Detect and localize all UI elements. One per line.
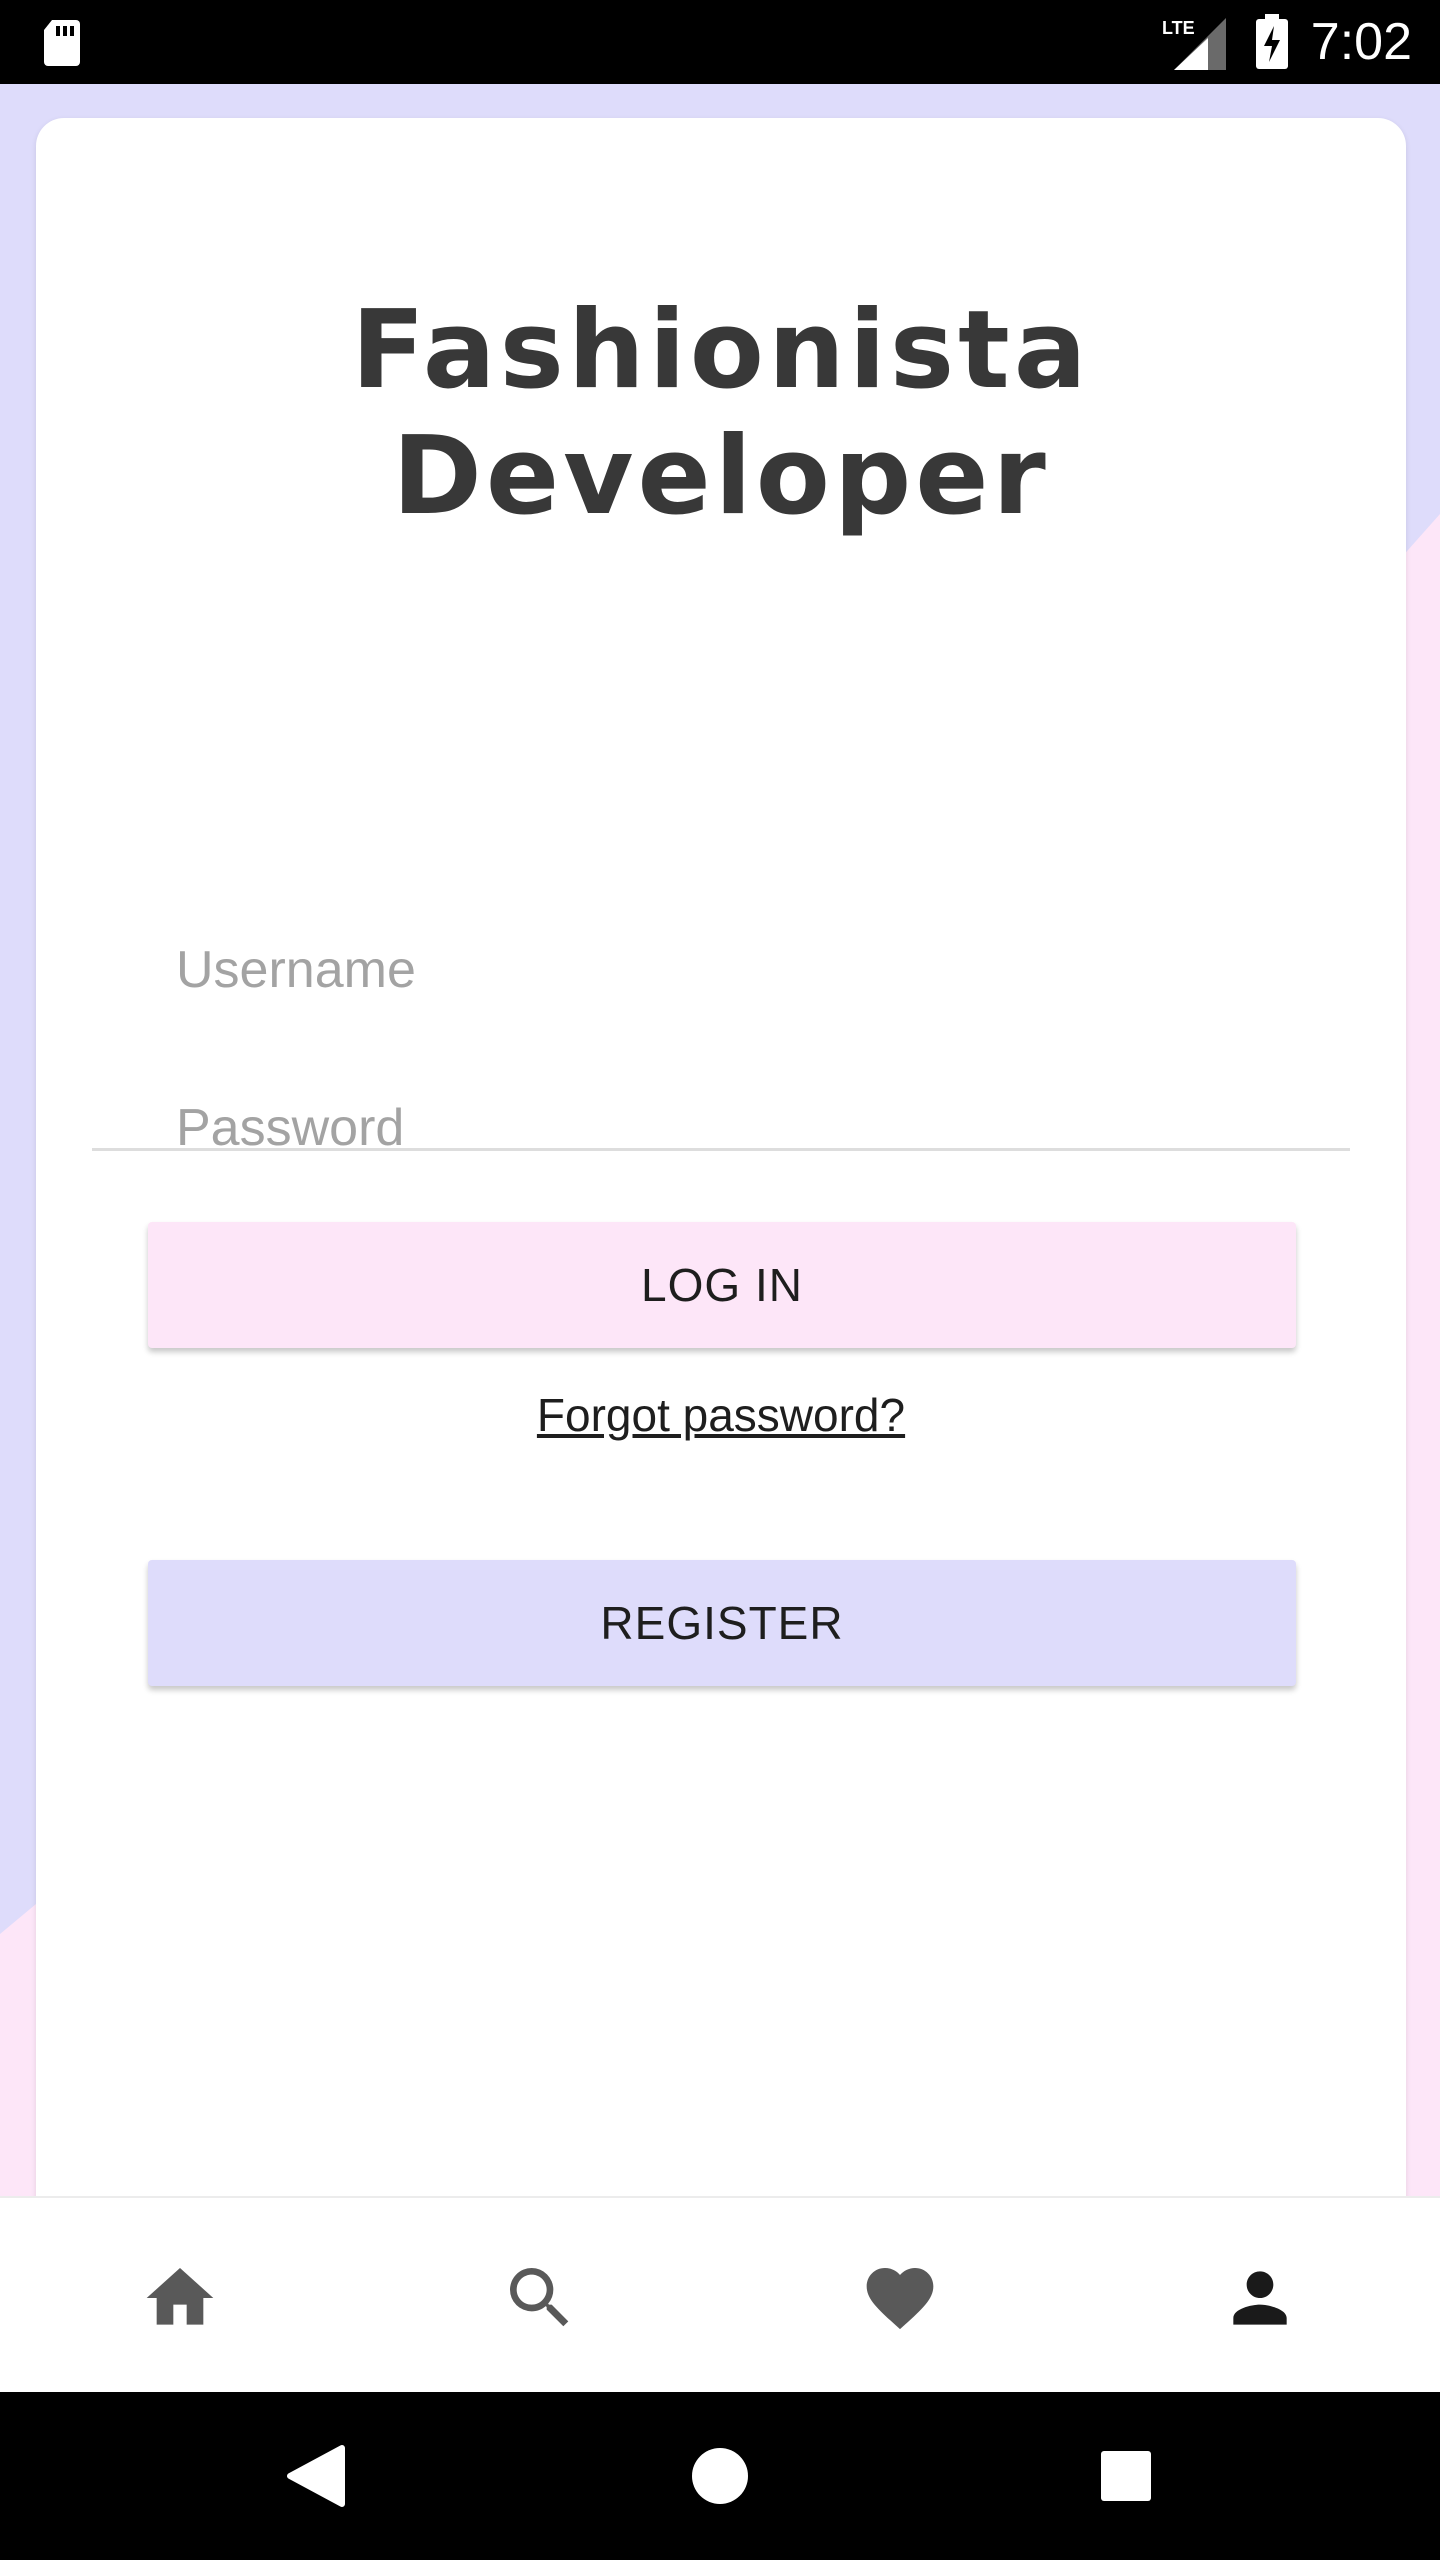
- home-icon: [146, 2268, 214, 2325]
- form-divider: [92, 1148, 1350, 1151]
- heart-icon: [866, 2268, 934, 2330]
- app-title-line-2: Developer: [392, 414, 1050, 539]
- person-icon: [1233, 2271, 1287, 2325]
- password-input[interactable]: [176, 1068, 1276, 1188]
- search-icon: [510, 2268, 569, 2327]
- svg-text:LTE: LTE: [1162, 18, 1195, 38]
- app-title-line-1: Fashionista: [351, 288, 1091, 413]
- nav-favorites[interactable]: [840, 2238, 960, 2358]
- status-clock: 7:02: [1310, 13, 1412, 71]
- system-navigation-bar: [0, 2392, 1440, 2560]
- battery-charging-icon: [1256, 14, 1288, 69]
- lte-signal-icon: LTE: [1162, 18, 1226, 70]
- recents-icon: [1101, 2451, 1151, 2501]
- username-input[interactable]: [176, 910, 1276, 1030]
- nav-home[interactable]: [120, 2238, 240, 2358]
- nav-profile[interactable]: [1200, 2238, 1320, 2358]
- nav-search[interactable]: [480, 2238, 600, 2358]
- system-recents-button[interactable]: [1076, 2426, 1176, 2526]
- system-home-button[interactable]: [670, 2426, 770, 2526]
- system-back-button[interactable]: [266, 2426, 366, 2526]
- login-button[interactable]: LOG IN: [148, 1222, 1296, 1348]
- home-circle-icon: [692, 2448, 748, 2504]
- sd-card-icon: [44, 20, 80, 66]
- register-button[interactable]: REGISTER: [148, 1560, 1296, 1686]
- app-title: Fashionista Developer: [36, 288, 1406, 540]
- status-bar: LTE 7:02: [0, 0, 1440, 84]
- login-card: Fashionista Developer LOG IN Forgot pass…: [36, 118, 1406, 2268]
- bottom-navigation: [0, 2196, 1440, 2392]
- back-icon: [287, 2445, 345, 2507]
- forgot-password-link[interactable]: Forgot password?: [36, 1388, 1406, 1442]
